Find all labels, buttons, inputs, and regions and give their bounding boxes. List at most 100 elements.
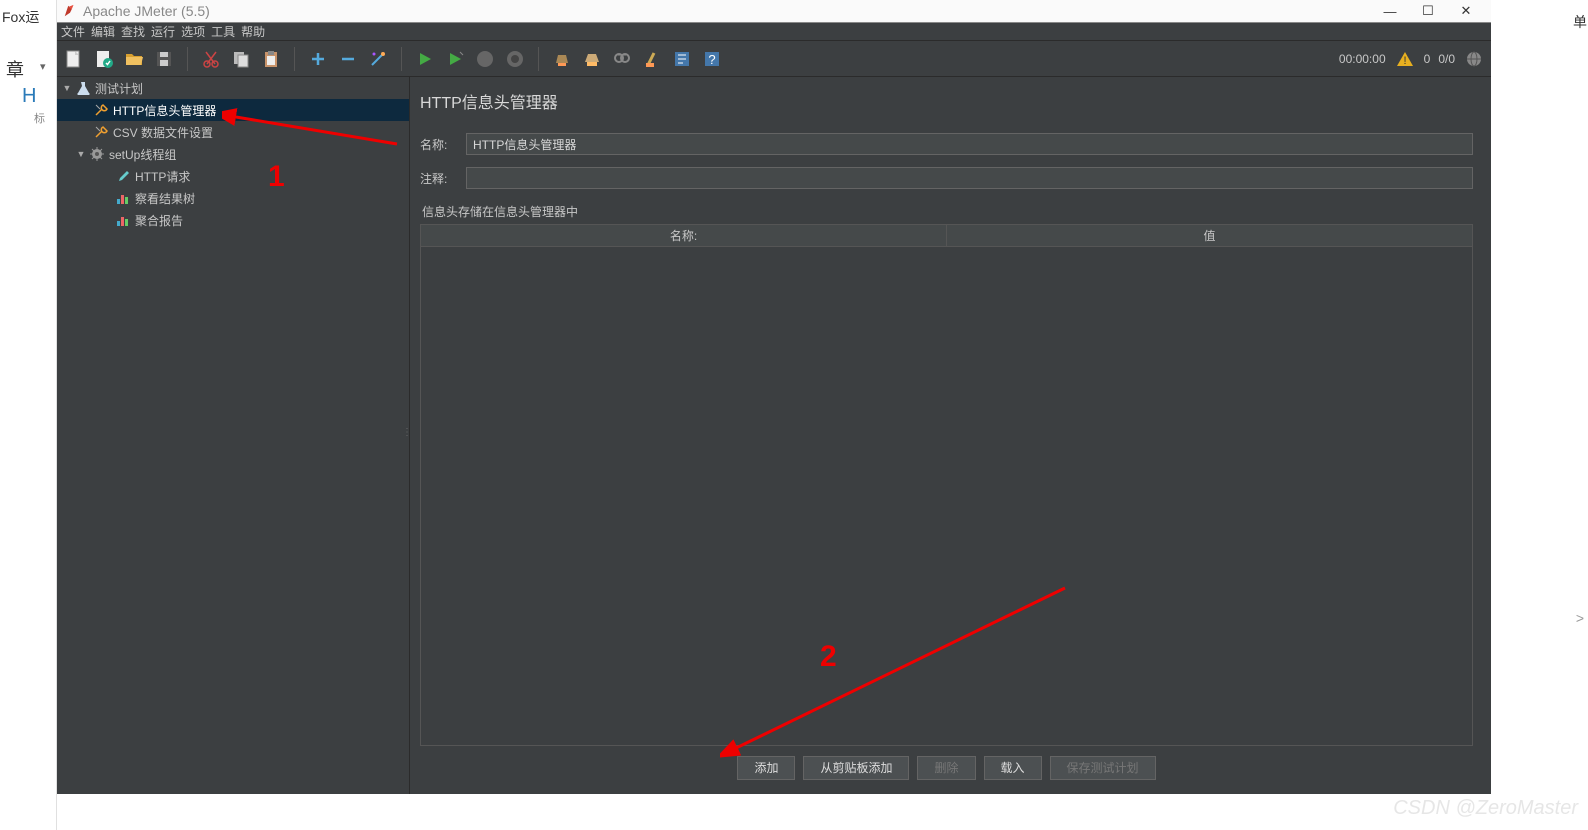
chart-icon	[115, 190, 131, 206]
tree-label: CSV 数据文件设置	[113, 124, 213, 141]
remove-icon[interactable]	[337, 48, 359, 70]
headers-table: 名称: 值	[420, 224, 1473, 746]
jmeter-window: Apache JMeter (5.5) — ☐ ✕ 文件 编辑 查找 运行 选项…	[57, 0, 1491, 794]
chart-icon	[115, 212, 131, 228]
external-right-text: 单	[1573, 12, 1588, 32]
tree-label: HTTP信息头管理器	[113, 102, 216, 119]
play-no-pause-icon[interactable]	[444, 48, 466, 70]
toolbar-separator	[294, 47, 295, 71]
tree-label: HTTP请求	[135, 168, 190, 185]
search-icon[interactable]	[611, 48, 633, 70]
stop-icon[interactable]	[474, 48, 496, 70]
save-test-plan-button: 保存测试计划	[1050, 756, 1156, 780]
menu-tools[interactable]: 工具	[211, 23, 235, 40]
titlebar: Apache JMeter (5.5) — ☐ ✕	[57, 0, 1491, 23]
menu-file[interactable]: 文件	[61, 23, 85, 40]
tree-item-http-header-manager[interactable]: HTTP信息头管理器	[57, 99, 409, 121]
external-initial: H	[22, 85, 36, 108]
tree-label: 聚合报告	[135, 212, 183, 229]
clear-all-icon[interactable]	[581, 48, 603, 70]
globe-icon[interactable]	[1463, 48, 1485, 70]
chevron-down-icon[interactable]: ▼	[61, 83, 73, 93]
jmeter-logo-icon	[63, 4, 77, 18]
tree-root-test-plan[interactable]: ▼ 测试计划	[57, 77, 409, 99]
external-left-strip: Fox运 章 ▾ H 标	[0, 0, 57, 830]
menubar: 文件 编辑 查找 运行 选项 工具 帮助	[57, 23, 1491, 41]
main-panel: HTTP信息头管理器 名称: 注释: 信息头存储在信息头管理器中 名称: 值 添…	[410, 77, 1491, 794]
add-button[interactable]: 添加	[737, 756, 795, 780]
menu-edit[interactable]: 编辑	[91, 23, 115, 40]
toolbar-separator	[401, 47, 402, 71]
window-minimize[interactable]: —	[1371, 4, 1409, 19]
clear-icon[interactable]	[551, 48, 573, 70]
watermark: CSDN @ZeroMaster	[1393, 797, 1578, 820]
tree-panel: ▼ 测试计划 HTTP信息头管理器 CSV 数据文件设置 ▼ setUp线程组 …	[57, 77, 410, 794]
wrench-icon	[93, 102, 109, 118]
window-close[interactable]: ✕	[1447, 3, 1485, 19]
external-right-strip: 单 >	[1573, 0, 1588, 830]
tree-label: setUp线程组	[109, 146, 176, 163]
splitter-handle[interactable]: ⋮	[402, 427, 412, 438]
name-input[interactable]	[466, 133, 1473, 155]
content-area: ▼ 测试计划 HTTP信息头管理器 CSV 数据文件设置 ▼ setUp线程组 …	[57, 77, 1491, 794]
external-bracket: 标	[34, 110, 45, 126]
play-icon[interactable]	[414, 48, 436, 70]
tree-item-http-request[interactable]: HTTP请求	[57, 165, 409, 187]
menu-run[interactable]: 运行	[151, 23, 175, 40]
new-file-icon[interactable]	[63, 48, 85, 70]
external-right-more[interactable]: >	[1576, 610, 1584, 626]
open-folder-icon[interactable]	[123, 48, 145, 70]
warning-icon[interactable]: !	[1394, 48, 1416, 70]
delete-button: 删除	[917, 756, 975, 780]
window-maximize[interactable]: ☐	[1409, 3, 1447, 19]
menu-options[interactable]: 选项	[181, 23, 205, 40]
cut-icon[interactable]	[200, 48, 222, 70]
tree-label: 测试计划	[95, 80, 143, 97]
name-label: 名称:	[420, 136, 456, 153]
load-button[interactable]: 载入	[984, 756, 1042, 780]
table-col-name[interactable]: 名称:	[421, 225, 947, 246]
comment-label: 注释:	[420, 170, 456, 187]
external-label-fox: Fox运	[2, 7, 39, 27]
tree-item-view-results-tree[interactable]: 察看结果树	[57, 187, 409, 209]
status-threads: 0/0	[1438, 52, 1455, 66]
chevron-down-icon[interactable]: ▼	[75, 149, 87, 159]
dropper-icon	[115, 168, 131, 184]
add-icon[interactable]	[307, 48, 329, 70]
flask-icon	[75, 80, 91, 96]
paste-icon[interactable]	[260, 48, 282, 70]
button-row: 添加 从剪贴板添加 删除 载入 保存测试计划	[420, 746, 1473, 784]
svg-text:?: ?	[708, 52, 715, 67]
gear-icon	[89, 146, 105, 162]
comment-input[interactable]	[466, 167, 1473, 189]
external-label-chapter: 章	[6, 56, 24, 82]
wand-icon[interactable]	[367, 48, 389, 70]
table-body[interactable]	[421, 247, 1472, 745]
wrench-icon	[93, 124, 109, 140]
function-helper-icon[interactable]	[671, 48, 693, 70]
copy-icon[interactable]	[230, 48, 252, 70]
window-title: Apache JMeter (5.5)	[83, 3, 1371, 19]
tree-label: 察看结果树	[135, 190, 195, 207]
tree-group-setup-threadgroup[interactable]: ▼ setUp线程组	[57, 143, 409, 165]
tree-item-aggregate-report[interactable]: 聚合报告	[57, 209, 409, 231]
table-header: 名称: 值	[421, 225, 1472, 247]
table-col-value[interactable]: 值	[947, 225, 1472, 246]
external-label-dropdown[interactable]: ▾	[40, 60, 46, 73]
tree-item-csv-config[interactable]: CSV 数据文件设置	[57, 121, 409, 143]
toolbar-separator	[538, 47, 539, 71]
status-warn-count: 0	[1424, 52, 1431, 66]
panel-title: HTTP信息头管理器	[420, 85, 1473, 127]
save-icon[interactable]	[153, 48, 175, 70]
menu-search[interactable]: 查找	[121, 23, 145, 40]
svg-text:!: !	[1403, 55, 1406, 67]
toolbar-separator	[187, 47, 188, 71]
add-from-clipboard-button[interactable]: 从剪贴板添加	[803, 756, 909, 780]
template-icon[interactable]	[93, 48, 115, 70]
shutdown-icon[interactable]	[504, 48, 526, 70]
help-icon[interactable]: ?	[701, 48, 723, 70]
reset-search-icon[interactable]	[641, 48, 663, 70]
section-label: 信息头存储在信息头管理器中	[420, 203, 1473, 220]
status-time: 00:00:00	[1339, 52, 1386, 66]
menu-help[interactable]: 帮助	[241, 23, 265, 40]
